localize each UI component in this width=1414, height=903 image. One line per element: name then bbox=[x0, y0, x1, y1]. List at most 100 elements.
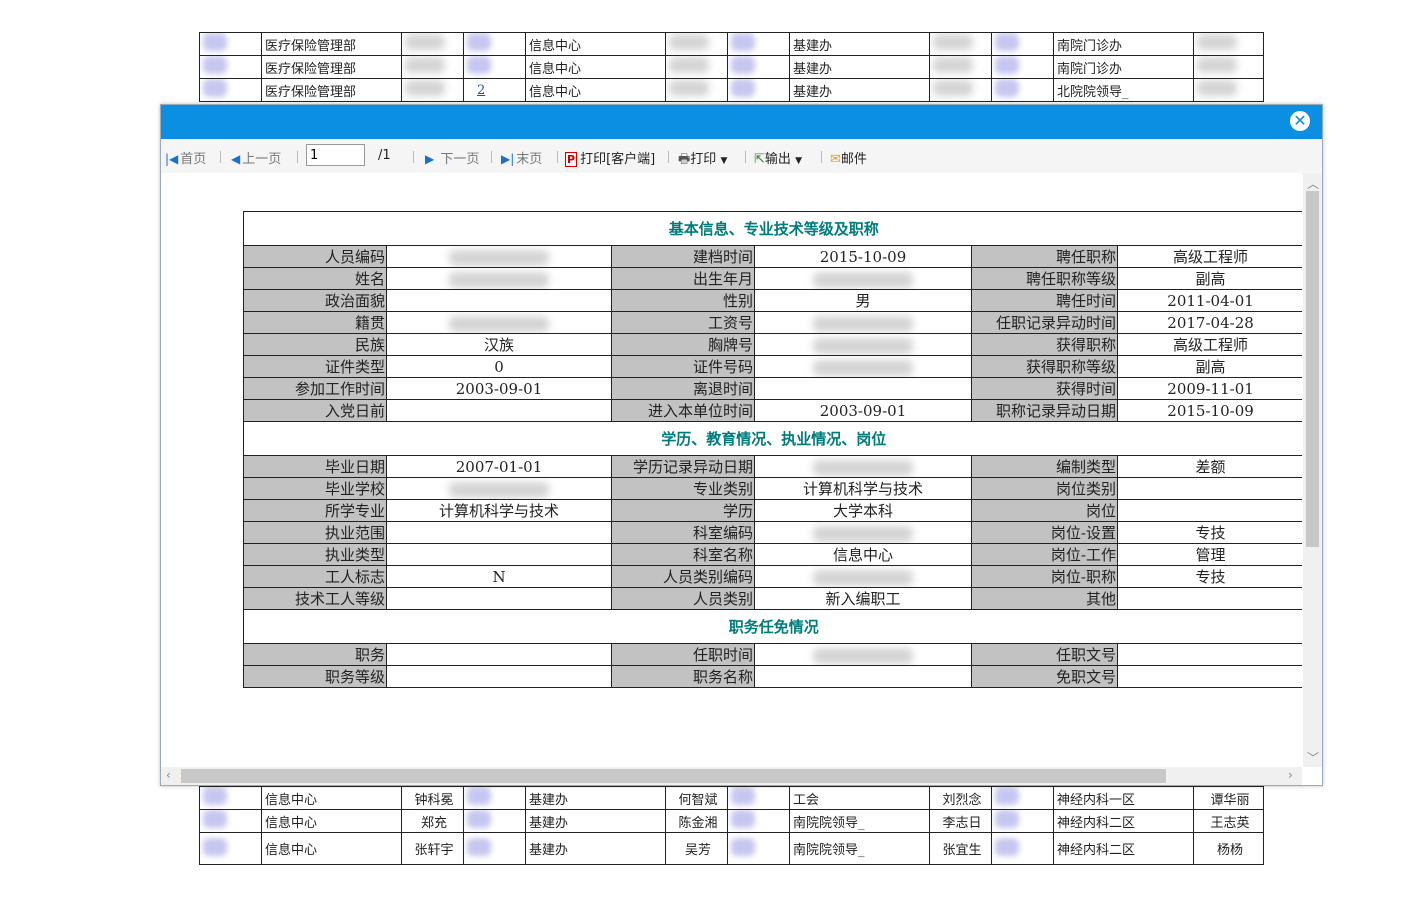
department-cell: 信息中心 bbox=[525, 55, 666, 79]
field-value bbox=[386, 311, 612, 334]
field-value: 新入编职工 bbox=[754, 587, 972, 610]
field-label: 入党日前 bbox=[243, 399, 387, 422]
field-label: 人员类别 bbox=[611, 587, 755, 610]
field-label: 岗位 bbox=[971, 499, 1118, 522]
field-label: 任职记录异动时间 bbox=[971, 311, 1118, 334]
first-page-button[interactable]: |◀ 首页 bbox=[165, 148, 206, 167]
mail-button[interactable]: ✉邮件 bbox=[830, 148, 867, 167]
field-value: 副高 bbox=[1116, 267, 1302, 290]
department-cell: 神经内科二区 bbox=[1053, 832, 1194, 865]
scroll-right-icon[interactable]: › bbox=[1288, 768, 1293, 782]
divider bbox=[557, 151, 558, 163]
row-id-cell bbox=[199, 809, 262, 833]
table-row: 信息中心 钟科冕 基建办 何智斌 工会 刘烈念 神经内科一区 谭华丽 bbox=[199, 786, 1264, 810]
export-button[interactable]: ⇱输出 ▼ bbox=[754, 148, 802, 167]
redacted-blur bbox=[933, 34, 973, 50]
redacted-blur bbox=[1197, 34, 1237, 50]
field-value: 计算机科学与技术 bbox=[754, 477, 972, 500]
row-id-cell bbox=[463, 32, 526, 56]
department-cell: 南院院领导_ bbox=[789, 832, 930, 865]
table-row: 医疗保险管理部 信息中心 基建办 南院门诊办 bbox=[199, 55, 1264, 79]
department-cell: 基建办 bbox=[525, 832, 666, 865]
department-cell: 南院门诊办 bbox=[1053, 32, 1194, 56]
page-number-input[interactable] bbox=[306, 144, 365, 166]
field-value: 信息中心 bbox=[754, 543, 972, 566]
row-id-cell bbox=[991, 809, 1054, 833]
prev-page-icon: ◀ bbox=[231, 152, 241, 166]
row-id-cell bbox=[991, 32, 1054, 56]
redacted-blur bbox=[203, 33, 227, 51]
redacted-blur bbox=[449, 249, 549, 266]
divider bbox=[745, 151, 746, 163]
row-id-cell bbox=[199, 55, 262, 79]
redacted-blur bbox=[203, 56, 227, 74]
mail-label: 邮件 bbox=[840, 152, 867, 167]
redacted-cell bbox=[401, 32, 464, 56]
department-cell: 基建办 bbox=[525, 809, 666, 833]
print-button[interactable]: 🖶打印 ▼ bbox=[678, 148, 727, 172]
redacted-cell bbox=[929, 78, 992, 102]
field-label: 其他 bbox=[971, 587, 1118, 610]
last-page-icon: ▶| bbox=[501, 152, 515, 166]
field-value bbox=[386, 587, 612, 610]
scroll-down-icon[interactable]: ﹀ bbox=[1307, 749, 1319, 766]
department-cell: 南院门诊办 bbox=[1053, 55, 1194, 79]
vertical-scrollbar[interactable]: ︿ ﹀ bbox=[1303, 173, 1322, 767]
field-value: 2003-09-01 bbox=[754, 399, 972, 422]
row-id-cell: 2 bbox=[463, 78, 526, 102]
divider bbox=[413, 151, 414, 163]
field-value bbox=[754, 455, 972, 478]
scroll-left-icon[interactable]: ‹ bbox=[166, 768, 171, 782]
field-value: 专技 bbox=[1116, 521, 1302, 544]
redacted-cell bbox=[1193, 32, 1264, 56]
scroll-up-icon[interactable]: ︿ bbox=[1307, 175, 1319, 192]
field-label: 人员类别编码 bbox=[611, 565, 755, 588]
dialog-title-bar: ✕ bbox=[161, 105, 1322, 139]
row-id-cell bbox=[463, 55, 526, 79]
redacted-blur bbox=[203, 837, 227, 856]
field-label: 进入本单位时间 bbox=[611, 399, 755, 422]
next-page-button[interactable]: ▶ 下一页 bbox=[425, 148, 479, 167]
department-cell: 北院院领导_ bbox=[1053, 78, 1194, 102]
row-link[interactable]: 2 bbox=[477, 83, 485, 98]
field-value bbox=[754, 377, 972, 400]
field-label: 学历记录异动日期 bbox=[611, 455, 755, 478]
print-client-button[interactable]: P 打印[客户端] bbox=[565, 148, 655, 167]
horizontal-scroll-thumb[interactable] bbox=[181, 769, 1166, 783]
divider bbox=[668, 151, 669, 163]
redacted-blur bbox=[203, 787, 227, 805]
field-label: 职称记录异动日期 bbox=[971, 399, 1118, 422]
field-value bbox=[386, 267, 612, 290]
last-page-button[interactable]: ▶| 末页 bbox=[501, 148, 542, 167]
field-value: 副高 bbox=[1116, 355, 1302, 378]
prev-page-button[interactable]: ◀ 上一页 bbox=[231, 148, 281, 167]
row-id-cell bbox=[727, 55, 790, 79]
department-cell: 医疗保险管理部 bbox=[261, 55, 402, 79]
redacted-blur bbox=[813, 459, 913, 476]
vertical-scroll-thumb[interactable] bbox=[1306, 191, 1319, 547]
person-name-cell: 陈金湘 bbox=[665, 809, 728, 833]
redacted-blur bbox=[203, 79, 227, 97]
row-id-cell bbox=[199, 78, 262, 102]
field-label: 任职文号 bbox=[971, 643, 1118, 666]
redacted-blur bbox=[731, 79, 755, 97]
section-title: 学历、教育情况、执业情况、岗位 bbox=[242, 421, 1302, 456]
redacted-blur bbox=[995, 837, 1019, 856]
field-label: 学历 bbox=[611, 499, 755, 522]
redacted-blur bbox=[813, 647, 913, 664]
field-label: 执业范围 bbox=[243, 521, 387, 544]
table-row: 入党日前 进入本单位时间 2003-09-01 职称记录异动日期 2015-10-09 bbox=[243, 399, 1302, 422]
field-value bbox=[754, 311, 972, 334]
field-value: 专技 bbox=[1116, 565, 1302, 588]
field-value: 2009-11-01 bbox=[1116, 377, 1302, 400]
table-row: 籍贯 工资号 任职记录异动时间 2017-04-28 bbox=[243, 311, 1302, 334]
department-cell: 信息中心 bbox=[525, 32, 666, 56]
field-label: 科室名称 bbox=[611, 543, 755, 566]
redacted-blur bbox=[449, 271, 549, 288]
close-icon[interactable]: ✕ bbox=[1290, 111, 1310, 131]
print-client-label: 打印[客户端] bbox=[580, 152, 656, 167]
redacted-blur bbox=[995, 787, 1019, 805]
redacted-blur bbox=[449, 315, 549, 332]
horizontal-scrollbar[interactable]: ‹ › bbox=[161, 767, 1302, 785]
field-value: 管理 bbox=[1116, 543, 1302, 566]
